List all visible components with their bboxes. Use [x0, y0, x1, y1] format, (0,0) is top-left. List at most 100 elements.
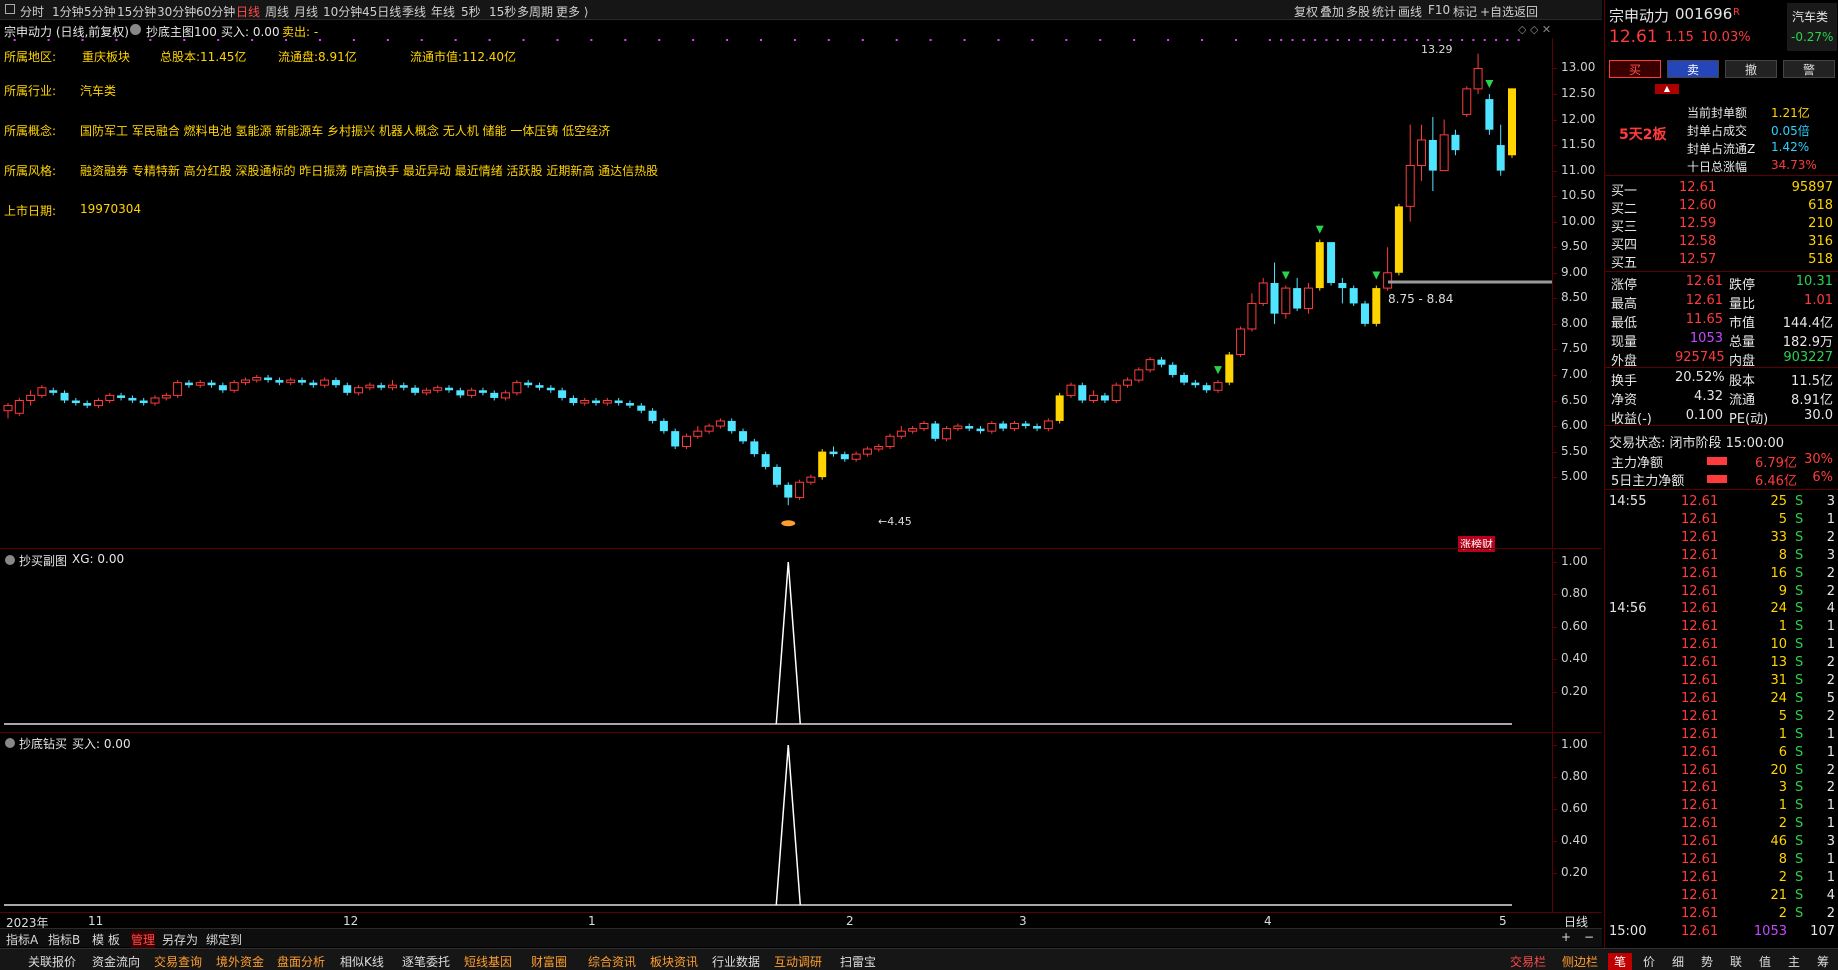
signal-dot: [1359, 39, 1362, 41]
quote-tab-2[interactable]: 细: [1666, 953, 1690, 970]
function-tab-6[interactable]: 逐笔委托: [402, 953, 450, 970]
expand-arrow[interactable]: ▲: [1655, 84, 1679, 94]
chart-option-icons[interactable]: ◇ ◇ ✕: [1518, 23, 1551, 36]
candle-body: [173, 382, 183, 396]
period-10[interactable]: 45日线: [362, 3, 401, 20]
tick-mark: [1553, 426, 1557, 428]
tick-list[interactable]: 14:55 12.61 25 S 3 12.61 5 S 1 12.61 33 S 2 12.61 8 S 3 1…: [1605, 492, 1838, 942]
period-16[interactable]: 更多 ⟩: [556, 3, 589, 20]
quote-tab-7[interactable]: 筹: [1811, 953, 1835, 970]
action-button-0[interactable]: 买: [1609, 60, 1661, 78]
function-tab-12[interactable]: 互动调研: [774, 953, 822, 970]
zoom-in-button[interactable]: +: [1561, 930, 1571, 944]
stat-label: 量比: [1729, 297, 1756, 312]
indicator-tab-0[interactable]: 指标A: [6, 931, 38, 948]
period-14[interactable]: 15秒: [489, 3, 516, 20]
candle-body: [467, 389, 477, 396]
zoom-out-button[interactable]: −: [1584, 930, 1594, 944]
period-4[interactable]: 30分钟: [157, 3, 196, 20]
tick-side: S: [1795, 511, 1804, 527]
tick-mark: [1553, 691, 1557, 693]
period-7[interactable]: 周线: [265, 3, 289, 20]
indicator-tab-2[interactable]: 模 板: [92, 931, 120, 948]
toolbar-right-3[interactable]: 统计: [1372, 3, 1396, 20]
trading-status: 交易状态: 闭市阶段 15:00:00: [1609, 436, 1785, 451]
action-button-3[interactable]: 警: [1783, 60, 1835, 78]
tick-price: 12.61: [1681, 726, 1719, 742]
bid-price[interactable]: 12.61: [1679, 180, 1716, 195]
sector-box[interactable]: 汽车类 -0.27%: [1787, 3, 1837, 51]
function-tab-13[interactable]: 扫雷宝: [840, 953, 876, 970]
toolbar-right-7[interactable]: +自选: [1480, 3, 1514, 20]
period-5[interactable]: 60分钟: [196, 3, 235, 20]
bid-price[interactable]: 12.60: [1679, 198, 1716, 213]
period-15[interactable]: 多周期: [517, 3, 553, 20]
indicator-settings-icon[interactable]: [130, 24, 141, 35]
indicator-tab-5[interactable]: 绑定到: [206, 931, 242, 948]
quote-tab-5[interactable]: 值: [1753, 953, 1777, 970]
quote-tab-3[interactable]: 势: [1695, 953, 1719, 970]
candlestick-chart[interactable]: [0, 38, 1552, 548]
candle-body: [818, 451, 827, 478]
signal-dot: [318, 39, 321, 41]
candle-body: [885, 435, 895, 447]
period-0[interactable]: 分时: [20, 3, 44, 20]
function-tab-0[interactable]: 关联报价: [28, 953, 76, 970]
flow-bar: [1707, 457, 1727, 465]
toolbar-right-8[interactable]: 返回: [1514, 3, 1538, 20]
date-label: 4: [1264, 914, 1272, 928]
function-tab-5[interactable]: 相似K线: [340, 953, 384, 970]
toolbar-right-2[interactable]: 多股: [1346, 3, 1370, 20]
toolbar-right-6[interactable]: 标记: [1453, 3, 1477, 20]
menu-icon[interactable]: [5, 4, 15, 14]
sub-chart-1[interactable]: 抄买副图 XG: 0.00 1.00 0.80 0.60 0.40 0.20: [0, 550, 1602, 732]
period-1[interactable]: 1分钟: [52, 3, 84, 20]
bid-price[interactable]: 12.59: [1679, 216, 1716, 231]
seal-value: 0.05倍: [1771, 124, 1810, 138]
price-pct: 10.03%: [1701, 30, 1751, 45]
function-tab-1[interactable]: 资金流向: [92, 953, 140, 970]
date-label: 5: [1499, 914, 1507, 928]
action-button-1[interactable]: 卖: [1667, 60, 1719, 78]
period-9[interactable]: 10分钟: [323, 3, 362, 20]
bid-price[interactable]: 12.57: [1679, 252, 1716, 267]
indicator-tab-1[interactable]: 指标B: [48, 931, 80, 948]
function-tab-2[interactable]: 交易查询: [154, 953, 202, 970]
indicator-tab-3[interactable]: 管理: [131, 931, 156, 948]
period-3[interactable]: 15分钟: [117, 3, 156, 20]
indicator-tab-4[interactable]: 另存为: [162, 931, 198, 948]
toolbar-right-5[interactable]: F10: [1428, 3, 1450, 17]
function-tab-9[interactable]: 综合资讯: [588, 953, 636, 970]
period-13[interactable]: 5秒: [461, 3, 481, 20]
function-tab-7[interactable]: 短线基因: [464, 953, 512, 970]
period-11[interactable]: 季线: [402, 3, 426, 20]
period-8[interactable]: 月线: [294, 3, 318, 20]
quote-tab-0[interactable]: 笔: [1608, 953, 1632, 970]
function-tab-8[interactable]: 财富圈: [531, 953, 567, 970]
signal-dot: [13, 39, 16, 41]
signal-dot: [1302, 39, 1305, 41]
toolbar-right-4[interactable]: 画线: [1398, 3, 1422, 20]
quote-tab-6[interactable]: 主: [1782, 953, 1806, 970]
toolbar-right-1[interactable]: 叠加: [1320, 3, 1344, 20]
trade-bar-button[interactable]: 交易栏: [1510, 953, 1546, 970]
price-tick: 5.50: [1561, 443, 1588, 458]
function-tab-4[interactable]: 盘面分析: [277, 953, 325, 970]
sub-chart-2[interactable]: 抄底钻买 买入: 0.00 1.00 0.80 0.60 0.40 0.20: [0, 733, 1602, 913]
period-2[interactable]: 5分钟: [84, 3, 116, 20]
quote-tab-4[interactable]: 联: [1724, 953, 1748, 970]
function-tab-10[interactable]: 板块资讯: [650, 953, 698, 970]
period-6[interactable]: 日线: [236, 3, 260, 20]
candle-body: [1089, 394, 1099, 401]
chart-title-bar: 宗申动力 (日线,前复权) 抄底主图100 买入: 0.00 卖出: - ◇ ◇…: [0, 21, 1602, 39]
period-12[interactable]: 年线: [431, 3, 455, 20]
flow-value: 6.79亿: [1755, 456, 1797, 471]
action-button-2[interactable]: 撤: [1725, 60, 1777, 78]
candle-body: [592, 400, 601, 404]
sidebar-button[interactable]: 侧边栏: [1562, 953, 1598, 970]
bid-price[interactable]: 12.58: [1679, 234, 1716, 249]
function-tab-11[interactable]: 行业数据: [712, 953, 760, 970]
toolbar-right-0[interactable]: 复权: [1294, 3, 1318, 20]
quote-tab-1[interactable]: 价: [1637, 953, 1661, 970]
function-tab-3[interactable]: 境外资金: [216, 953, 264, 970]
